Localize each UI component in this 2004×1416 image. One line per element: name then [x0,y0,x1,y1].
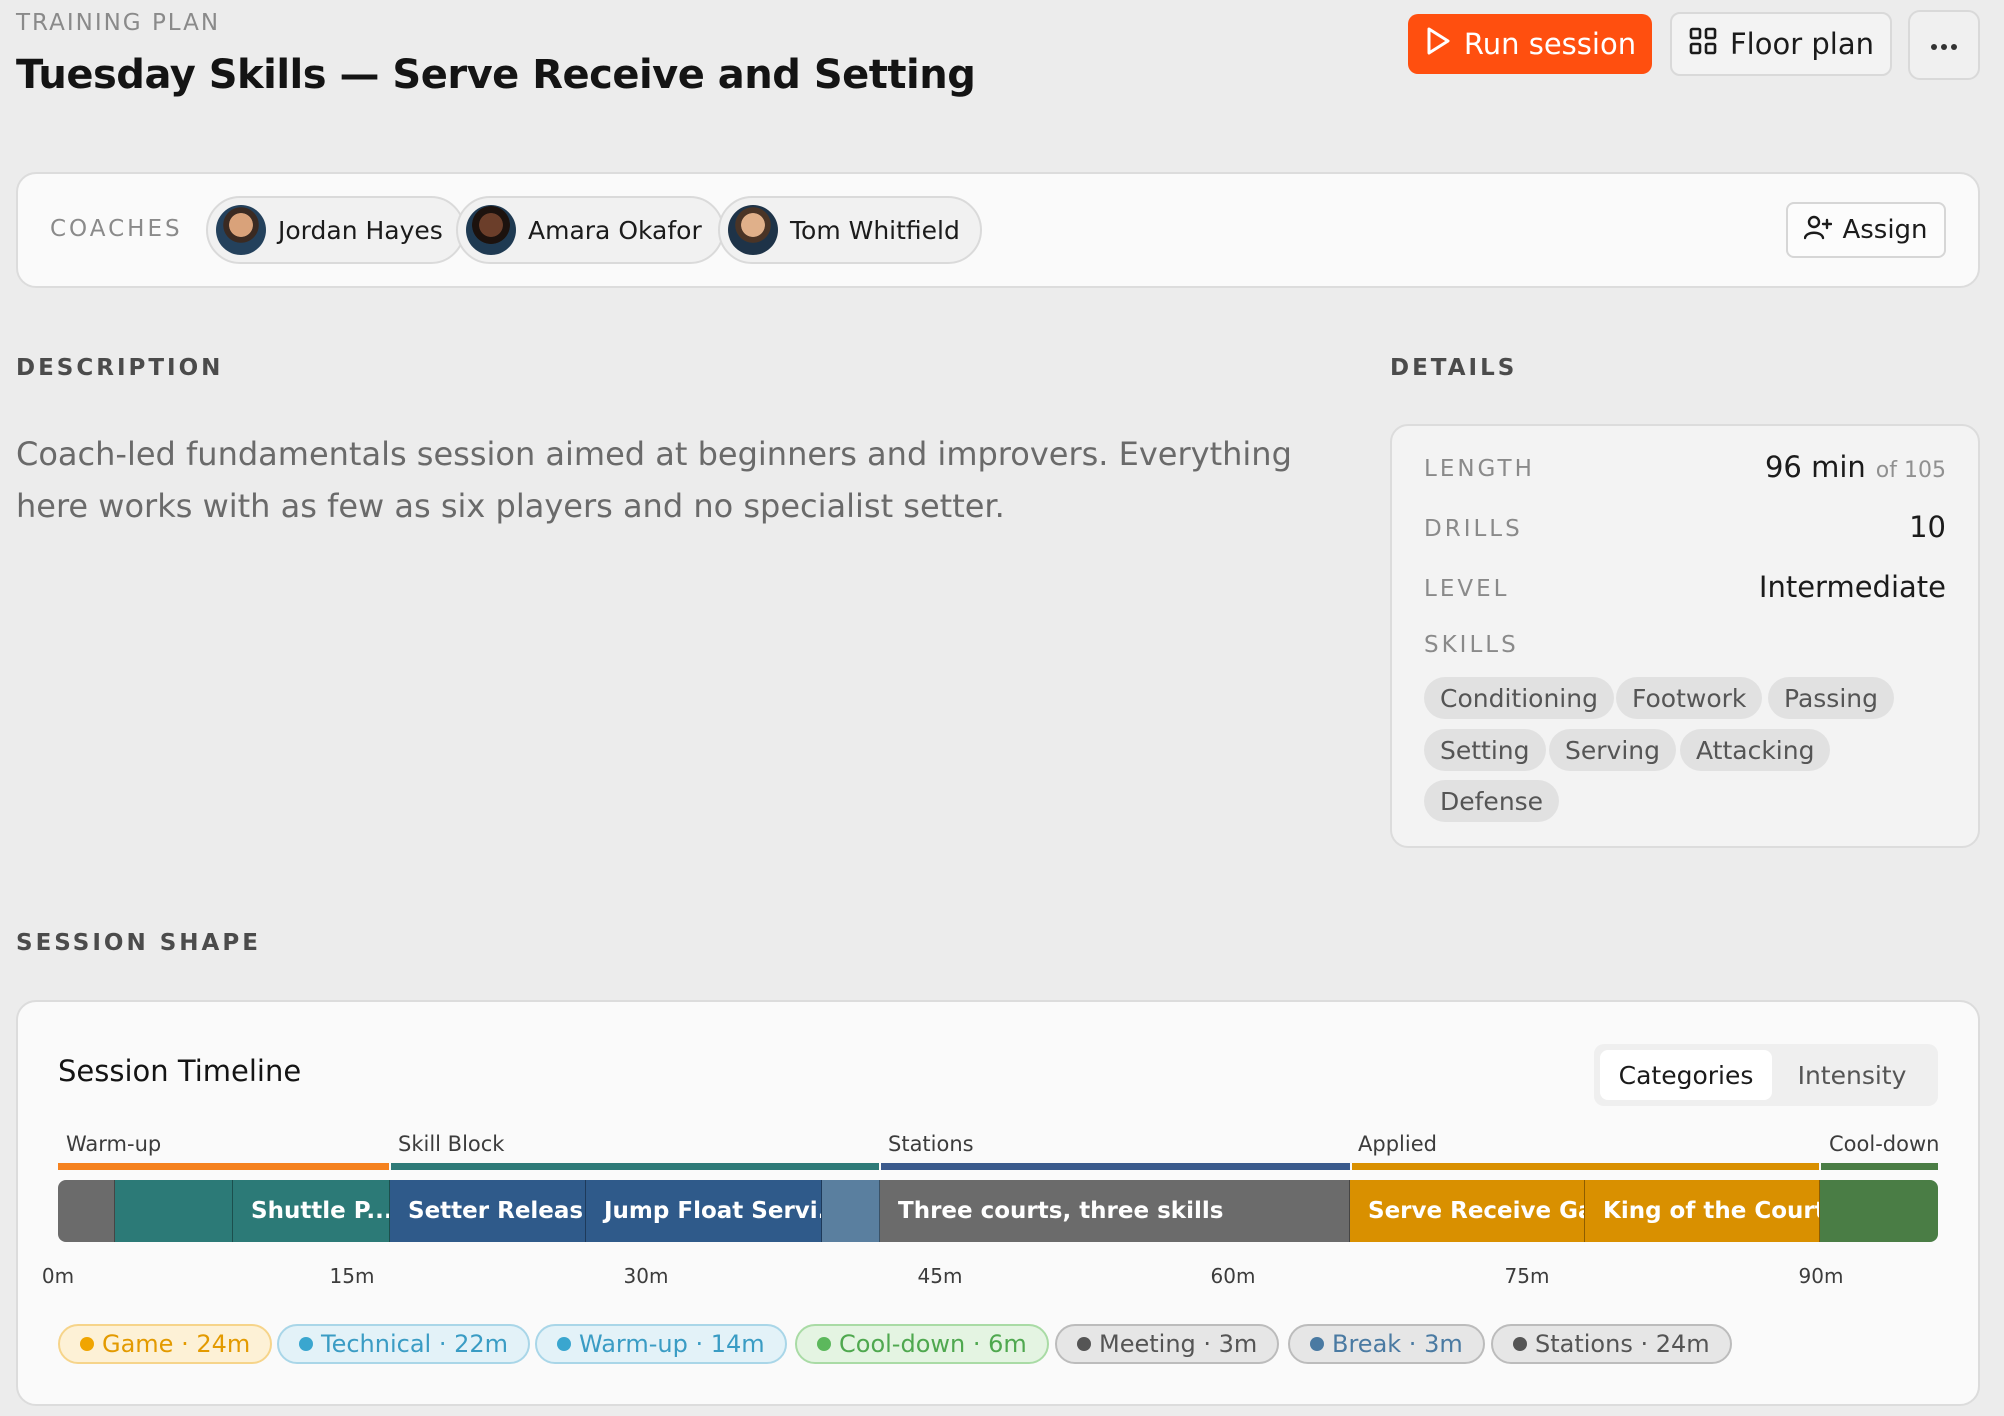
avatar [216,205,266,255]
timeline-segment[interactable]: Serve Receive Ga... [1350,1180,1585,1242]
more-options-button[interactable] [1908,10,1980,80]
axis-tick: 45m [917,1264,963,1288]
toggle-intensity[interactable]: Intensity [1772,1050,1932,1100]
phase-label-applied: Applied [1358,1132,1437,1156]
timeline-segment[interactable] [58,1180,115,1242]
axis-tick: 75m [1504,1264,1550,1288]
coach-chip[interactable]: Tom Whitfield [718,196,982,264]
axis-tick: 60m [1210,1264,1256,1288]
axis-tick: 15m [329,1264,375,1288]
phase-bar-warmup [58,1163,389,1170]
legend-chip[interactable]: Stations · 24m [1491,1324,1732,1364]
legend-dot [1077,1337,1091,1351]
legend-chip[interactable]: Break · 3m [1288,1324,1485,1364]
phase-bar-applied [1352,1163,1819,1170]
description-heading: DESCRIPTION [16,355,224,381]
level-value: Intermediate [1758,570,1946,604]
phase-label-skill-block: Skill Block [398,1132,505,1156]
timeline-segment[interactable]: Setter Releas... [390,1180,586,1242]
level-label: LEVEL [1424,576,1510,602]
user-plus-icon [1804,214,1833,247]
timeline-segment[interactable] [822,1180,880,1242]
timeline-segment[interactable] [115,1180,233,1242]
avatar [728,205,778,255]
timeline-segment[interactable]: Three courts, three skills [880,1180,1350,1242]
skill-tag: Footwork [1616,677,1763,719]
length-value: 96 min of 105 [1765,450,1946,484]
coach-chip[interactable]: Jordan Hayes [206,196,465,264]
more-horizontal-icon [1930,36,1958,55]
legend-chip[interactable]: Meeting · 3m [1055,1324,1280,1364]
skill-tag: Defense [1424,780,1560,822]
legend-chip[interactable]: Warm-up · 14m [535,1324,787,1364]
phase-label-stations: Stations [888,1132,974,1156]
coach-chip[interactable]: Amara Okafor [456,196,724,264]
axis-tick: 90m [1798,1264,1844,1288]
skill-tag: Serving [1549,729,1676,771]
description-text: Coach-led fundamentals session aimed at … [16,435,1292,525]
timeline-title: Session Timeline [58,1054,302,1088]
run-session-button[interactable]: Run session [1408,14,1652,74]
skill-tag: Conditioning [1424,677,1614,719]
legend-label: Game · 24m [102,1330,251,1358]
legend-chip[interactable]: Game · 24m [58,1324,273,1364]
phase-label-cooldown: Cool-down [1829,1132,1940,1156]
legend-chip[interactable]: Technical · 22m [277,1324,531,1364]
timeline-segment[interactable]: Shuttle P... [233,1180,390,1242]
axis-tick: 30m [623,1264,669,1288]
assign-button[interactable]: Assign [1786,202,1946,258]
length-label: LENGTH [1424,456,1535,482]
coach-name: Amara Okafor [528,215,702,245]
timeline-segment[interactable] [1820,1180,1938,1242]
phase-bar-cooldown [1821,1163,1938,1170]
phase-bar-skill-block [391,1163,879,1170]
avatar [466,205,516,255]
view-toggle: Categories Intensity [1594,1044,1938,1106]
legend-chip[interactable]: Cool-down · 6m [795,1324,1049,1364]
timeline-segment[interactable]: King of the Court [1585,1180,1820,1242]
page-eyebrow: TRAINING PLAN [16,10,221,36]
skills-label: SKILLS [1424,632,1519,658]
legend-dot [299,1337,313,1351]
phase-label-warmup: Warm-up [66,1132,162,1156]
phase-bar-stations [881,1163,1350,1170]
floor-plan-label: Floor plan [1730,27,1874,61]
legend-dot [80,1337,94,1351]
legend-label: Technical · 22m [321,1330,509,1358]
length-minutes: 96 min [1764,450,1866,484]
toggle-categories[interactable]: Categories [1600,1050,1772,1100]
coach-name: Tom Whitfield [790,215,960,245]
skill-tag: Setting [1424,729,1546,771]
coach-name: Jordan Hayes [278,215,443,245]
skill-tag: Attacking [1680,729,1831,771]
legend-label: Break · 3m [1332,1330,1463,1358]
axis-tick: 0m [41,1264,75,1288]
details-heading: DETAILS [1390,355,1518,381]
legend-dot [1310,1337,1324,1351]
run-session-label: Run session [1463,27,1637,61]
legend-dot [817,1337,831,1351]
grid-icon [1688,26,1718,63]
floor-plan-button[interactable]: Floor plan [1670,12,1892,76]
drills-value: 10 [1909,510,1946,544]
legend-label: Stations · 24m [1535,1330,1710,1358]
skill-tag: Passing [1768,677,1894,719]
drills-label: DRILLS [1424,516,1523,542]
play-icon [1424,26,1452,63]
assign-label: Assign [1842,215,1928,245]
coaches-label: COACHES [50,216,183,242]
length-of: of 105 [1875,458,1946,483]
timeline-track: Shuttle P... Setter Releas... Jump Float… [58,1180,1938,1242]
timeline-segment[interactable]: Jump Float Servi... [586,1180,822,1242]
legend-dot [557,1337,571,1351]
legend-label: Warm-up · 14m [579,1330,765,1358]
page-title: Tuesday Skills — Serve Receive and Setti… [16,52,976,98]
session-shape-heading: SESSION SHAPE [16,930,261,956]
legend-dot [1513,1337,1527,1351]
legend-label: Meeting · 3m [1099,1330,1258,1358]
legend-label: Cool-down · 6m [839,1330,1027,1358]
